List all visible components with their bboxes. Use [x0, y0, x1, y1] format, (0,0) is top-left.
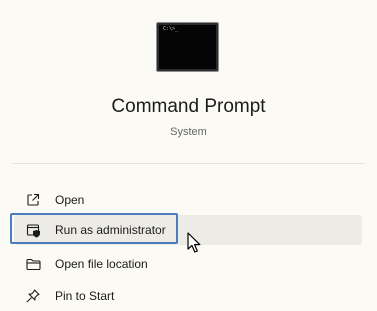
start-menu-panel: C:\>_ Command Prompt System Open Run as …	[0, 0, 377, 308]
pin-icon	[25, 288, 41, 304]
menu-item-label: Pin to Start	[55, 289, 115, 303]
menu-item-open[interactable]: Open	[14, 185, 362, 215]
app-title: Command Prompt	[111, 96, 266, 117]
mouse-cursor-icon	[187, 232, 201, 253]
terminal-screen: C:\>_	[159, 25, 216, 69]
menu-item-label: Open file location	[55, 257, 148, 271]
app-subtitle: System	[170, 126, 207, 138]
folder-icon	[25, 256, 41, 272]
divider	[12, 163, 365, 164]
menu-item-pin-to-start[interactable]: Pin to Start	[14, 281, 362, 311]
terminal-prompt-text: C:\>_	[163, 26, 179, 32]
highlight-box	[10, 213, 178, 244]
menu-item-label: Open	[55, 193, 85, 207]
open-external-icon	[25, 192, 41, 208]
command-prompt-app-icon: C:\>_	[156, 22, 219, 72]
